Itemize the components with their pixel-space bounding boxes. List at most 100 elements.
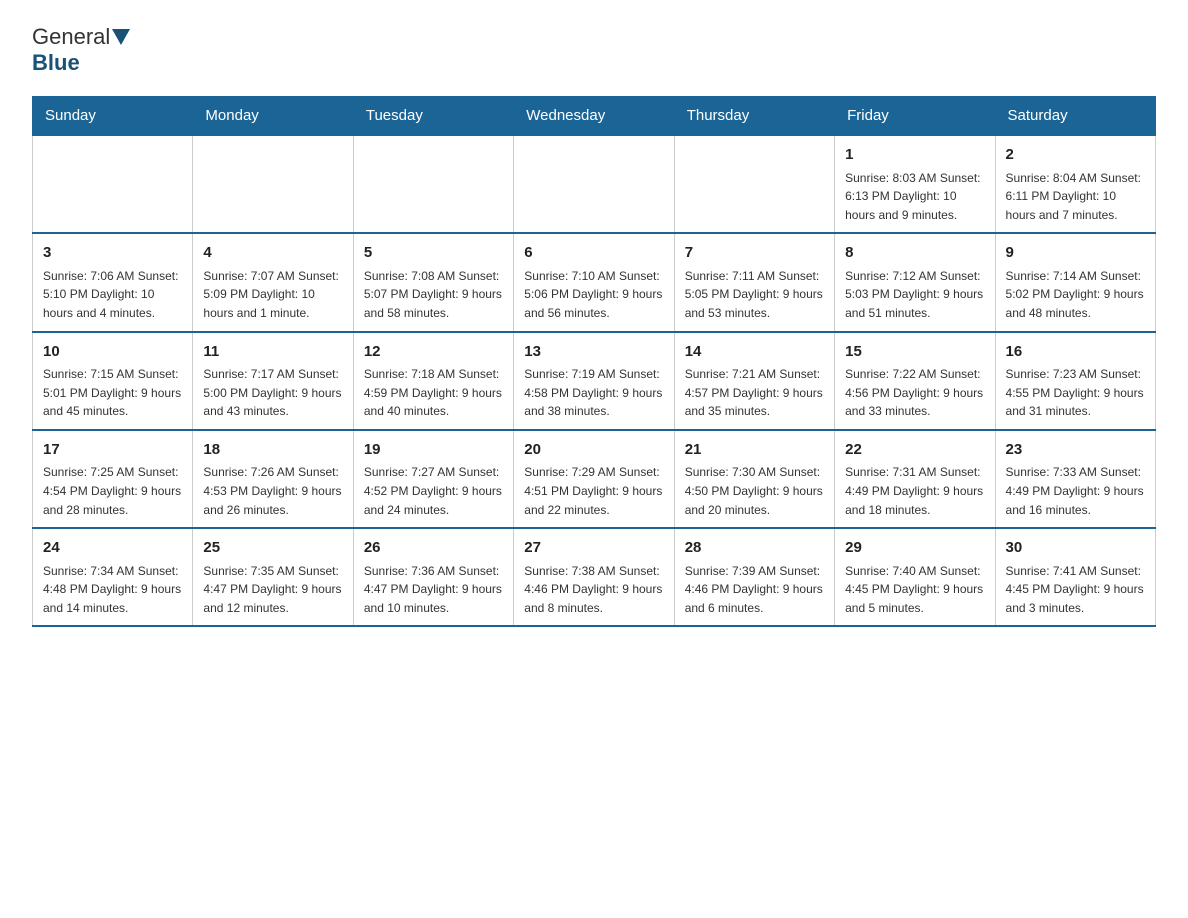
day-of-week-header: Tuesday [353,97,513,136]
day-info: Sunrise: 7:18 AM Sunset: 4:59 PM Dayligh… [364,365,503,421]
day-info: Sunrise: 7:15 AM Sunset: 5:01 PM Dayligh… [43,365,182,421]
day-info: Sunrise: 7:30 AM Sunset: 4:50 PM Dayligh… [685,463,824,519]
day-info: Sunrise: 7:26 AM Sunset: 4:53 PM Dayligh… [203,463,342,519]
day-number: 5 [364,242,503,265]
day-info: Sunrise: 7:19 AM Sunset: 4:58 PM Dayligh… [524,365,663,421]
calendar-cell: 28Sunrise: 7:39 AM Sunset: 4:46 PM Dayli… [674,528,834,626]
day-info: Sunrise: 7:10 AM Sunset: 5:06 PM Dayligh… [524,267,663,323]
day-info: Sunrise: 7:39 AM Sunset: 4:46 PM Dayligh… [685,562,824,618]
calendar-week-row: 10Sunrise: 7:15 AM Sunset: 5:01 PM Dayli… [33,332,1156,430]
calendar-cell: 24Sunrise: 7:34 AM Sunset: 4:48 PM Dayli… [33,528,193,626]
calendar-cell [514,135,674,233]
day-info: Sunrise: 7:21 AM Sunset: 4:57 PM Dayligh… [685,365,824,421]
day-number: 11 [203,341,342,364]
logo-general-text: General [32,24,110,50]
calendar-week-row: 24Sunrise: 7:34 AM Sunset: 4:48 PM Dayli… [33,528,1156,626]
day-number: 30 [1006,537,1145,560]
day-of-week-header: Sunday [33,97,193,136]
calendar-header-row: SundayMondayTuesdayWednesdayThursdayFrid… [33,97,1156,136]
calendar-cell: 19Sunrise: 7:27 AM Sunset: 4:52 PM Dayli… [353,430,513,528]
calendar-cell: 21Sunrise: 7:30 AM Sunset: 4:50 PM Dayli… [674,430,834,528]
calendar-week-row: 17Sunrise: 7:25 AM Sunset: 4:54 PM Dayli… [33,430,1156,528]
day-number: 9 [1006,242,1145,265]
day-number: 14 [685,341,824,364]
calendar-cell: 3Sunrise: 7:06 AM Sunset: 5:10 PM Daylig… [33,233,193,331]
calendar-cell: 2Sunrise: 8:04 AM Sunset: 6:11 PM Daylig… [995,135,1155,233]
day-info: Sunrise: 7:06 AM Sunset: 5:10 PM Dayligh… [43,267,182,323]
day-info: Sunrise: 7:33 AM Sunset: 4:49 PM Dayligh… [1006,463,1145,519]
calendar-cell: 29Sunrise: 7:40 AM Sunset: 4:45 PM Dayli… [835,528,995,626]
day-info: Sunrise: 7:07 AM Sunset: 5:09 PM Dayligh… [203,267,342,323]
day-number: 24 [43,537,182,560]
day-of-week-header: Friday [835,97,995,136]
page-header: General Blue [32,24,1156,76]
calendar-cell: 10Sunrise: 7:15 AM Sunset: 5:01 PM Dayli… [33,332,193,430]
day-of-week-header: Wednesday [514,97,674,136]
day-of-week-header: Thursday [674,97,834,136]
calendar-week-row: 3Sunrise: 7:06 AM Sunset: 5:10 PM Daylig… [33,233,1156,331]
calendar-table: SundayMondayTuesdayWednesdayThursdayFrid… [32,96,1156,627]
calendar-cell: 7Sunrise: 7:11 AM Sunset: 5:05 PM Daylig… [674,233,834,331]
day-info: Sunrise: 7:31 AM Sunset: 4:49 PM Dayligh… [845,463,984,519]
calendar-cell [674,135,834,233]
calendar-cell: 26Sunrise: 7:36 AM Sunset: 4:47 PM Dayli… [353,528,513,626]
calendar-cell: 12Sunrise: 7:18 AM Sunset: 4:59 PM Dayli… [353,332,513,430]
calendar-cell: 15Sunrise: 7:22 AM Sunset: 4:56 PM Dayli… [835,332,995,430]
day-of-week-header: Monday [193,97,353,136]
day-number: 18 [203,439,342,462]
day-number: 20 [524,439,663,462]
day-info: Sunrise: 7:29 AM Sunset: 4:51 PM Dayligh… [524,463,663,519]
day-number: 25 [203,537,342,560]
day-number: 13 [524,341,663,364]
day-number: 29 [845,537,984,560]
day-info: Sunrise: 7:23 AM Sunset: 4:55 PM Dayligh… [1006,365,1145,421]
day-number: 17 [43,439,182,462]
day-info: Sunrise: 7:40 AM Sunset: 4:45 PM Dayligh… [845,562,984,618]
calendar-cell: 11Sunrise: 7:17 AM Sunset: 5:00 PM Dayli… [193,332,353,430]
day-number: 7 [685,242,824,265]
day-number: 19 [364,439,503,462]
day-info: Sunrise: 7:35 AM Sunset: 4:47 PM Dayligh… [203,562,342,618]
day-number: 3 [43,242,182,265]
calendar-cell: 14Sunrise: 7:21 AM Sunset: 4:57 PM Dayli… [674,332,834,430]
day-number: 10 [43,341,182,364]
day-number: 26 [364,537,503,560]
day-info: Sunrise: 7:08 AM Sunset: 5:07 PM Dayligh… [364,267,503,323]
day-number: 28 [685,537,824,560]
day-info: Sunrise: 7:14 AM Sunset: 5:02 PM Dayligh… [1006,267,1145,323]
calendar-cell: 18Sunrise: 7:26 AM Sunset: 4:53 PM Dayli… [193,430,353,528]
logo-triangle-icon [112,29,130,45]
day-info: Sunrise: 7:38 AM Sunset: 4:46 PM Dayligh… [524,562,663,618]
calendar-cell: 4Sunrise: 7:07 AM Sunset: 5:09 PM Daylig… [193,233,353,331]
calendar-cell: 25Sunrise: 7:35 AM Sunset: 4:47 PM Dayli… [193,528,353,626]
day-number: 2 [1006,144,1145,167]
calendar-cell: 30Sunrise: 7:41 AM Sunset: 4:45 PM Dayli… [995,528,1155,626]
day-info: Sunrise: 7:17 AM Sunset: 5:00 PM Dayligh… [203,365,342,421]
day-number: 1 [845,144,984,167]
calendar-cell: 20Sunrise: 7:29 AM Sunset: 4:51 PM Dayli… [514,430,674,528]
day-of-week-header: Saturday [995,97,1155,136]
day-info: Sunrise: 7:41 AM Sunset: 4:45 PM Dayligh… [1006,562,1145,618]
day-number: 27 [524,537,663,560]
logo: General Blue [32,24,131,76]
day-number: 23 [1006,439,1145,462]
calendar-cell: 23Sunrise: 7:33 AM Sunset: 4:49 PM Dayli… [995,430,1155,528]
logo-blue-text: Blue [32,50,80,76]
day-info: Sunrise: 7:12 AM Sunset: 5:03 PM Dayligh… [845,267,984,323]
calendar-cell: 17Sunrise: 7:25 AM Sunset: 4:54 PM Dayli… [33,430,193,528]
day-info: Sunrise: 7:34 AM Sunset: 4:48 PM Dayligh… [43,562,182,618]
calendar-cell: 6Sunrise: 7:10 AM Sunset: 5:06 PM Daylig… [514,233,674,331]
calendar-cell: 9Sunrise: 7:14 AM Sunset: 5:02 PM Daylig… [995,233,1155,331]
calendar-cell: 1Sunrise: 8:03 AM Sunset: 6:13 PM Daylig… [835,135,995,233]
calendar-cell: 8Sunrise: 7:12 AM Sunset: 5:03 PM Daylig… [835,233,995,331]
day-number: 6 [524,242,663,265]
calendar-week-row: 1Sunrise: 8:03 AM Sunset: 6:13 PM Daylig… [33,135,1156,233]
calendar-cell [353,135,513,233]
day-number: 16 [1006,341,1145,364]
day-number: 12 [364,341,503,364]
day-info: Sunrise: 7:11 AM Sunset: 5:05 PM Dayligh… [685,267,824,323]
day-number: 4 [203,242,342,265]
day-number: 22 [845,439,984,462]
day-info: Sunrise: 7:27 AM Sunset: 4:52 PM Dayligh… [364,463,503,519]
day-info: Sunrise: 7:36 AM Sunset: 4:47 PM Dayligh… [364,562,503,618]
